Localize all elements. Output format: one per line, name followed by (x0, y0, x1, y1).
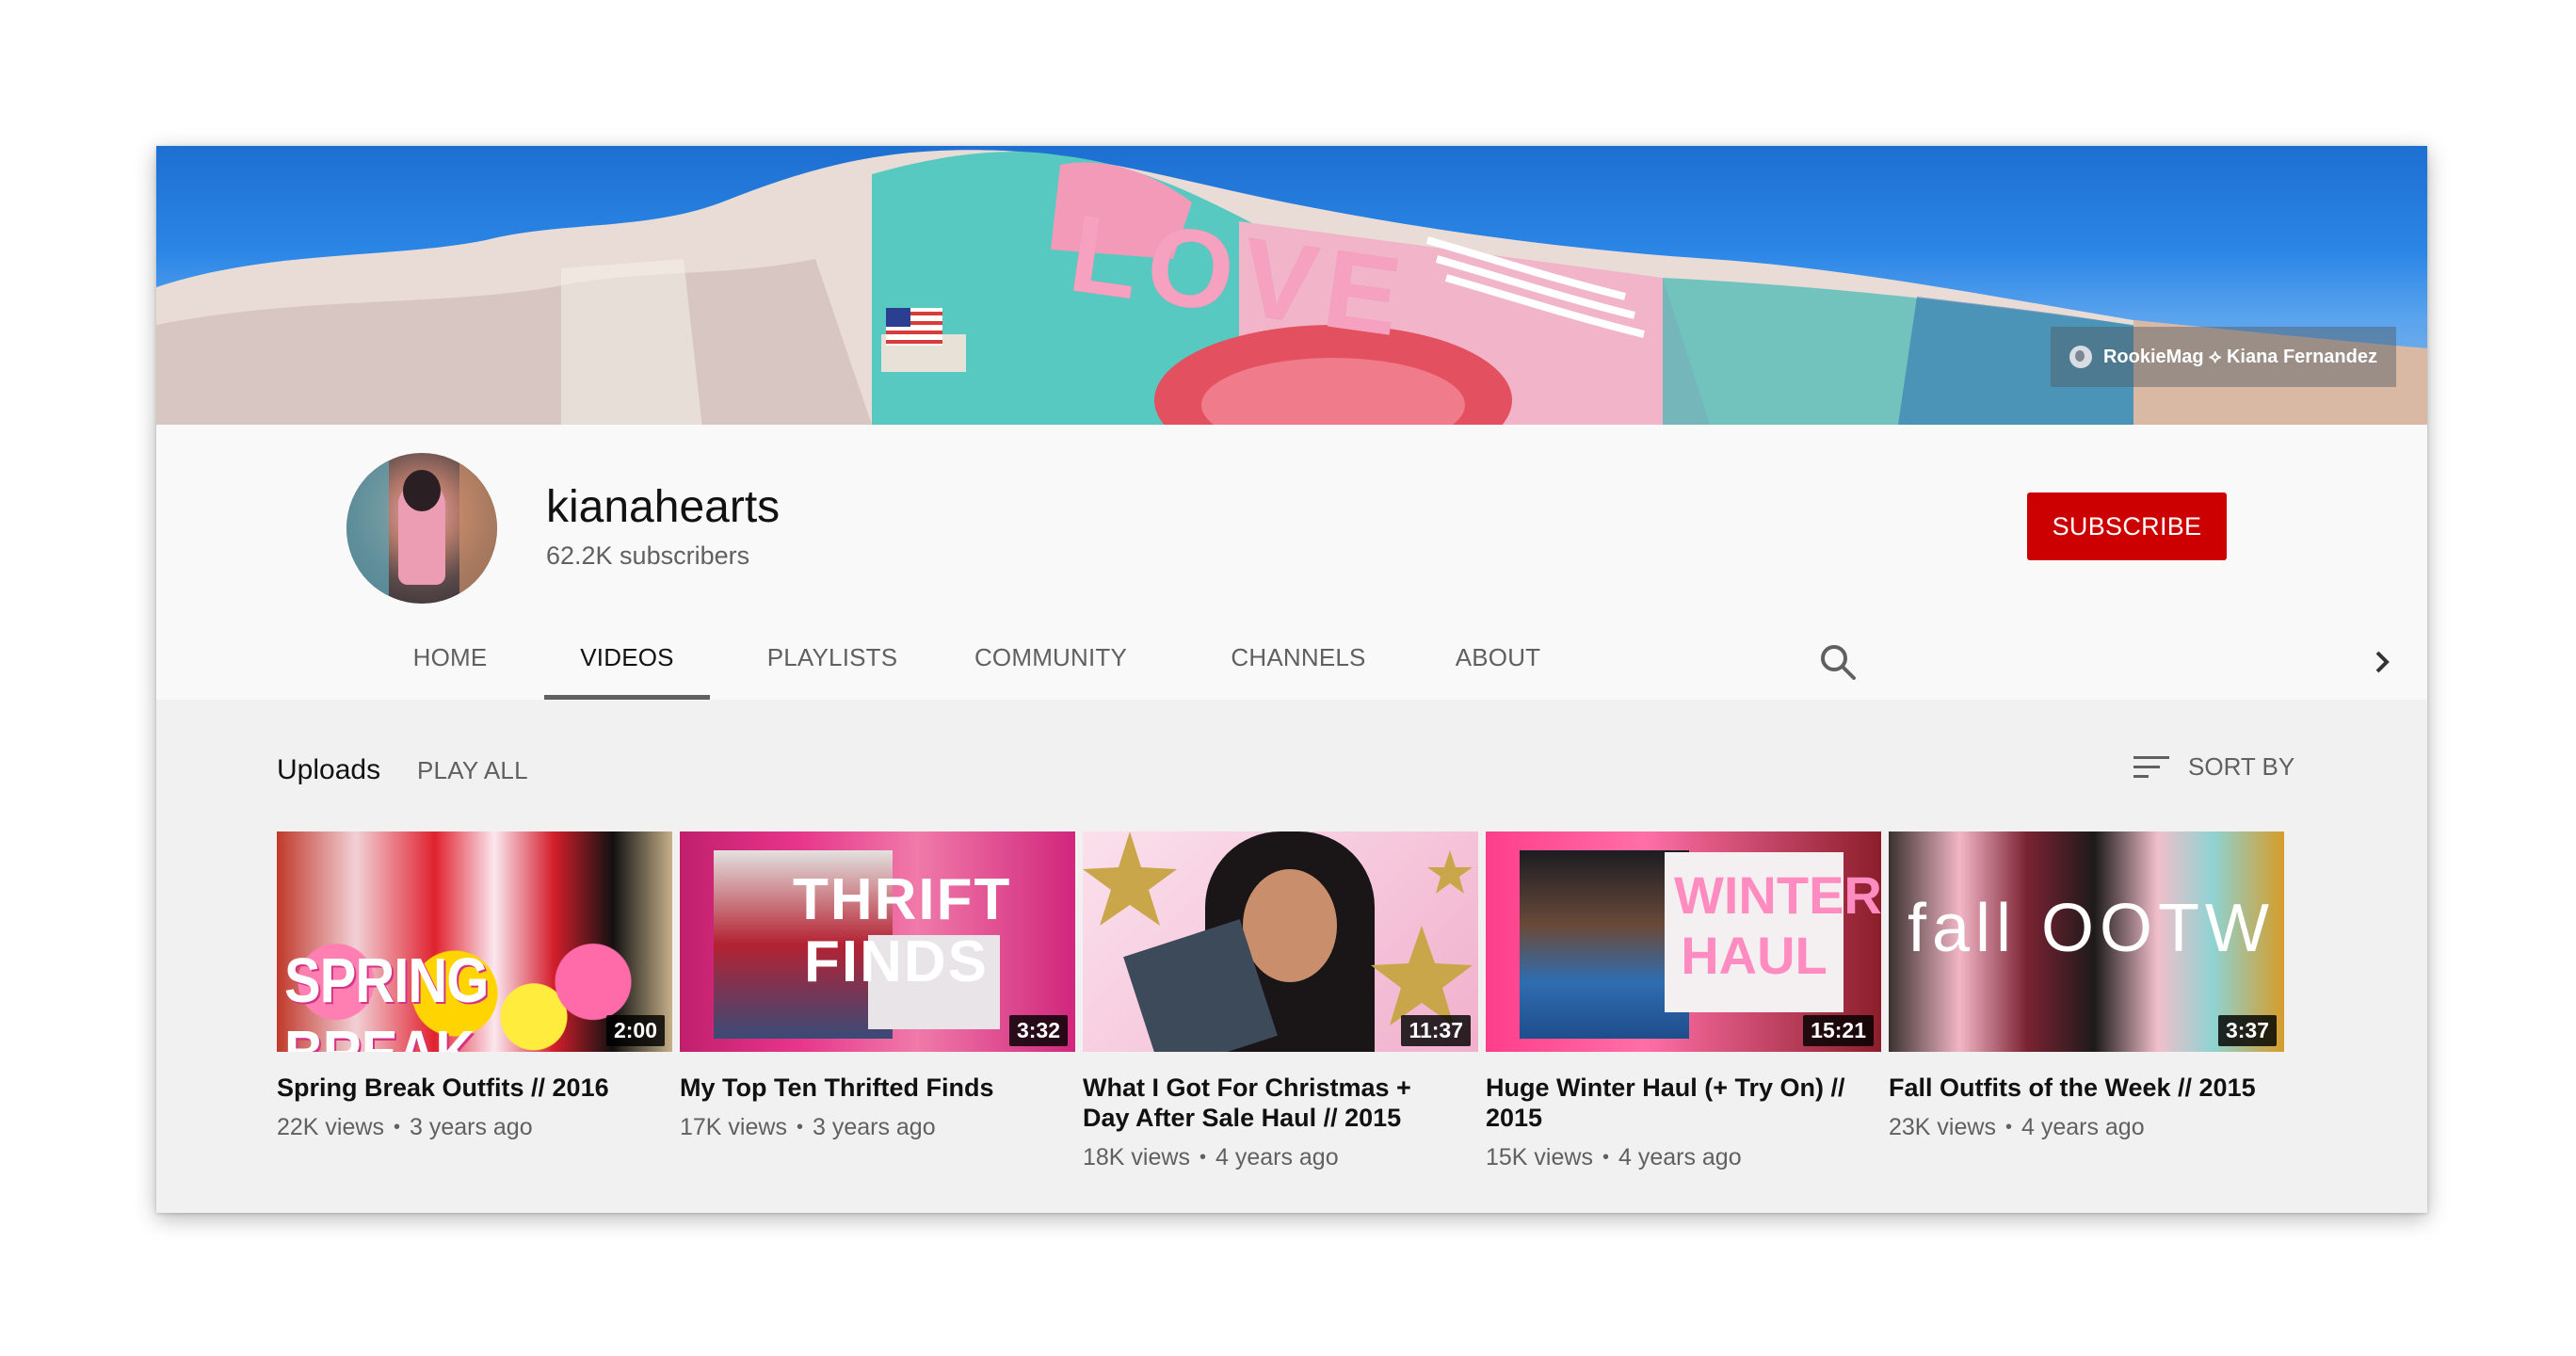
video-thumbnail[interactable]: WINTER HAUL 15:21 (1486, 831, 1881, 1052)
video-meta: 18K views • 4 years ago (1083, 1144, 1339, 1170)
video-card[interactable]: WINTER HAUL 15:21 Huge Winter Haul (+ Tr… (1486, 831, 1881, 1171)
banner-link-label: RookieMag ⟡ Kiana Fernandez (2102, 346, 2377, 367)
tab-community[interactable]: COMMUNITY (940, 639, 1162, 700)
banner-social-link[interactable]: RookieMag ⟡ Kiana Fernandez (2050, 327, 2396, 387)
thumbnail-text: fall OOTW (1908, 891, 2275, 966)
video-age: 4 years ago (1215, 1144, 1339, 1170)
video-views: 15K views (1486, 1144, 1593, 1170)
video-title[interactable]: What I Got For Christmas + Day After Sal… (1083, 1073, 1459, 1133)
tab-videos[interactable]: VIDEOS (544, 639, 710, 700)
play-all-button[interactable]: PLAY ALL (417, 756, 528, 785)
video-card[interactable]: fall OOTW 3:37 Fall Outfits of the Week … (1889, 831, 2284, 1141)
video-duration: 3:32 (1008, 1015, 1068, 1046)
video-card[interactable]: 11:37 What I Got For Christmas + Day Aft… (1083, 831, 1478, 1171)
video-meta: 15K views • 4 years ago (1486, 1144, 1742, 1170)
video-thumbnail[interactable]: THRIFT FINDS 3:32 (680, 831, 1075, 1052)
tab-playlists[interactable]: PLAYLISTS (748, 639, 917, 700)
video-duration: 2:00 (605, 1015, 665, 1046)
videos-shelf: Uploads PLAY ALL SORT BY SPRING BREAK 2:… (156, 700, 2427, 1213)
thumbnail-text: THRIFT FINDS (793, 867, 1012, 994)
tab-home[interactable]: HOME (382, 639, 518, 700)
chevron-right-icon[interactable] (2363, 643, 2401, 681)
video-meta: 23K views • 4 years ago (1889, 1114, 2145, 1140)
channel-tabs: HOME VIDEOS PLAYLISTS COMMUNITY CHANNELS… (156, 639, 2427, 700)
channel-header: kianahearts 62.2K subscribers SUBSCRIBE … (156, 425, 2427, 700)
subscriber-count: 62.2K subscribers (546, 541, 750, 570)
video-age: 3 years ago (812, 1114, 936, 1140)
video-meta: 22K views • 3 years ago (277, 1114, 533, 1140)
search-icon[interactable] (1817, 641, 1859, 683)
video-title[interactable]: Spring Break Outfits // 2016 (277, 1073, 653, 1103)
subscribe-button[interactable]: SUBSCRIBE (2027, 492, 2227, 560)
video-title[interactable]: Huge Winter Haul (+ Try On) // 2015 (1486, 1073, 1862, 1133)
youtube-channel-page: LOVE RookieMag ⟡ Kiana Fernandez kianahe… (156, 146, 2427, 1213)
video-card[interactable]: SPRING BREAK 2:00 Spring Break Outfits /… (277, 831, 672, 1141)
tab-about[interactable]: ABOUT (1409, 639, 1587, 700)
video-views: 18K views (1083, 1144, 1190, 1170)
video-age: 4 years ago (1618, 1144, 1742, 1170)
thumbnail-text: WINTER HAUL (1674, 865, 1881, 985)
channel-banner: LOVE RookieMag ⟡ Kiana Fernandez (156, 146, 2427, 425)
video-age: 4 years ago (2021, 1114, 2145, 1140)
video-views: 23K views (1889, 1114, 1996, 1140)
channel-avatar[interactable] (346, 453, 497, 604)
globe-icon (2069, 346, 2092, 368)
video-age: 3 years ago (409, 1114, 533, 1140)
video-card[interactable]: THRIFT FINDS 3:32 My Top Ten Thrifted Fi… (680, 831, 1075, 1141)
video-title[interactable]: Fall Outfits of the Week // 2015 (1889, 1073, 2265, 1103)
sort-by-label: SORT BY (2188, 752, 2295, 781)
video-thumbnail[interactable]: fall OOTW 3:37 (1889, 831, 2284, 1052)
video-duration: 3:37 (2217, 1015, 2277, 1046)
video-duration: 15:21 (1803, 1015, 1874, 1046)
sort-by-button[interactable]: SORT BY (2133, 752, 2294, 782)
video-duration: 11:37 (1401, 1015, 1471, 1046)
sort-icon (2133, 754, 2169, 781)
video-thumbnail[interactable]: 11:37 (1083, 831, 1478, 1052)
tab-channels[interactable]: CHANNELS (1199, 639, 1397, 700)
video-title[interactable]: My Top Ten Thrifted Finds (680, 1073, 1056, 1103)
video-meta: 17K views • 3 years ago (680, 1114, 936, 1140)
video-thumbnail[interactable]: SPRING BREAK 2:00 (277, 831, 672, 1052)
shelf-title: Uploads (277, 754, 381, 785)
channel-name: kianahearts (546, 482, 781, 532)
video-views: 17K views (680, 1114, 787, 1140)
video-views: 22K views (277, 1114, 384, 1140)
